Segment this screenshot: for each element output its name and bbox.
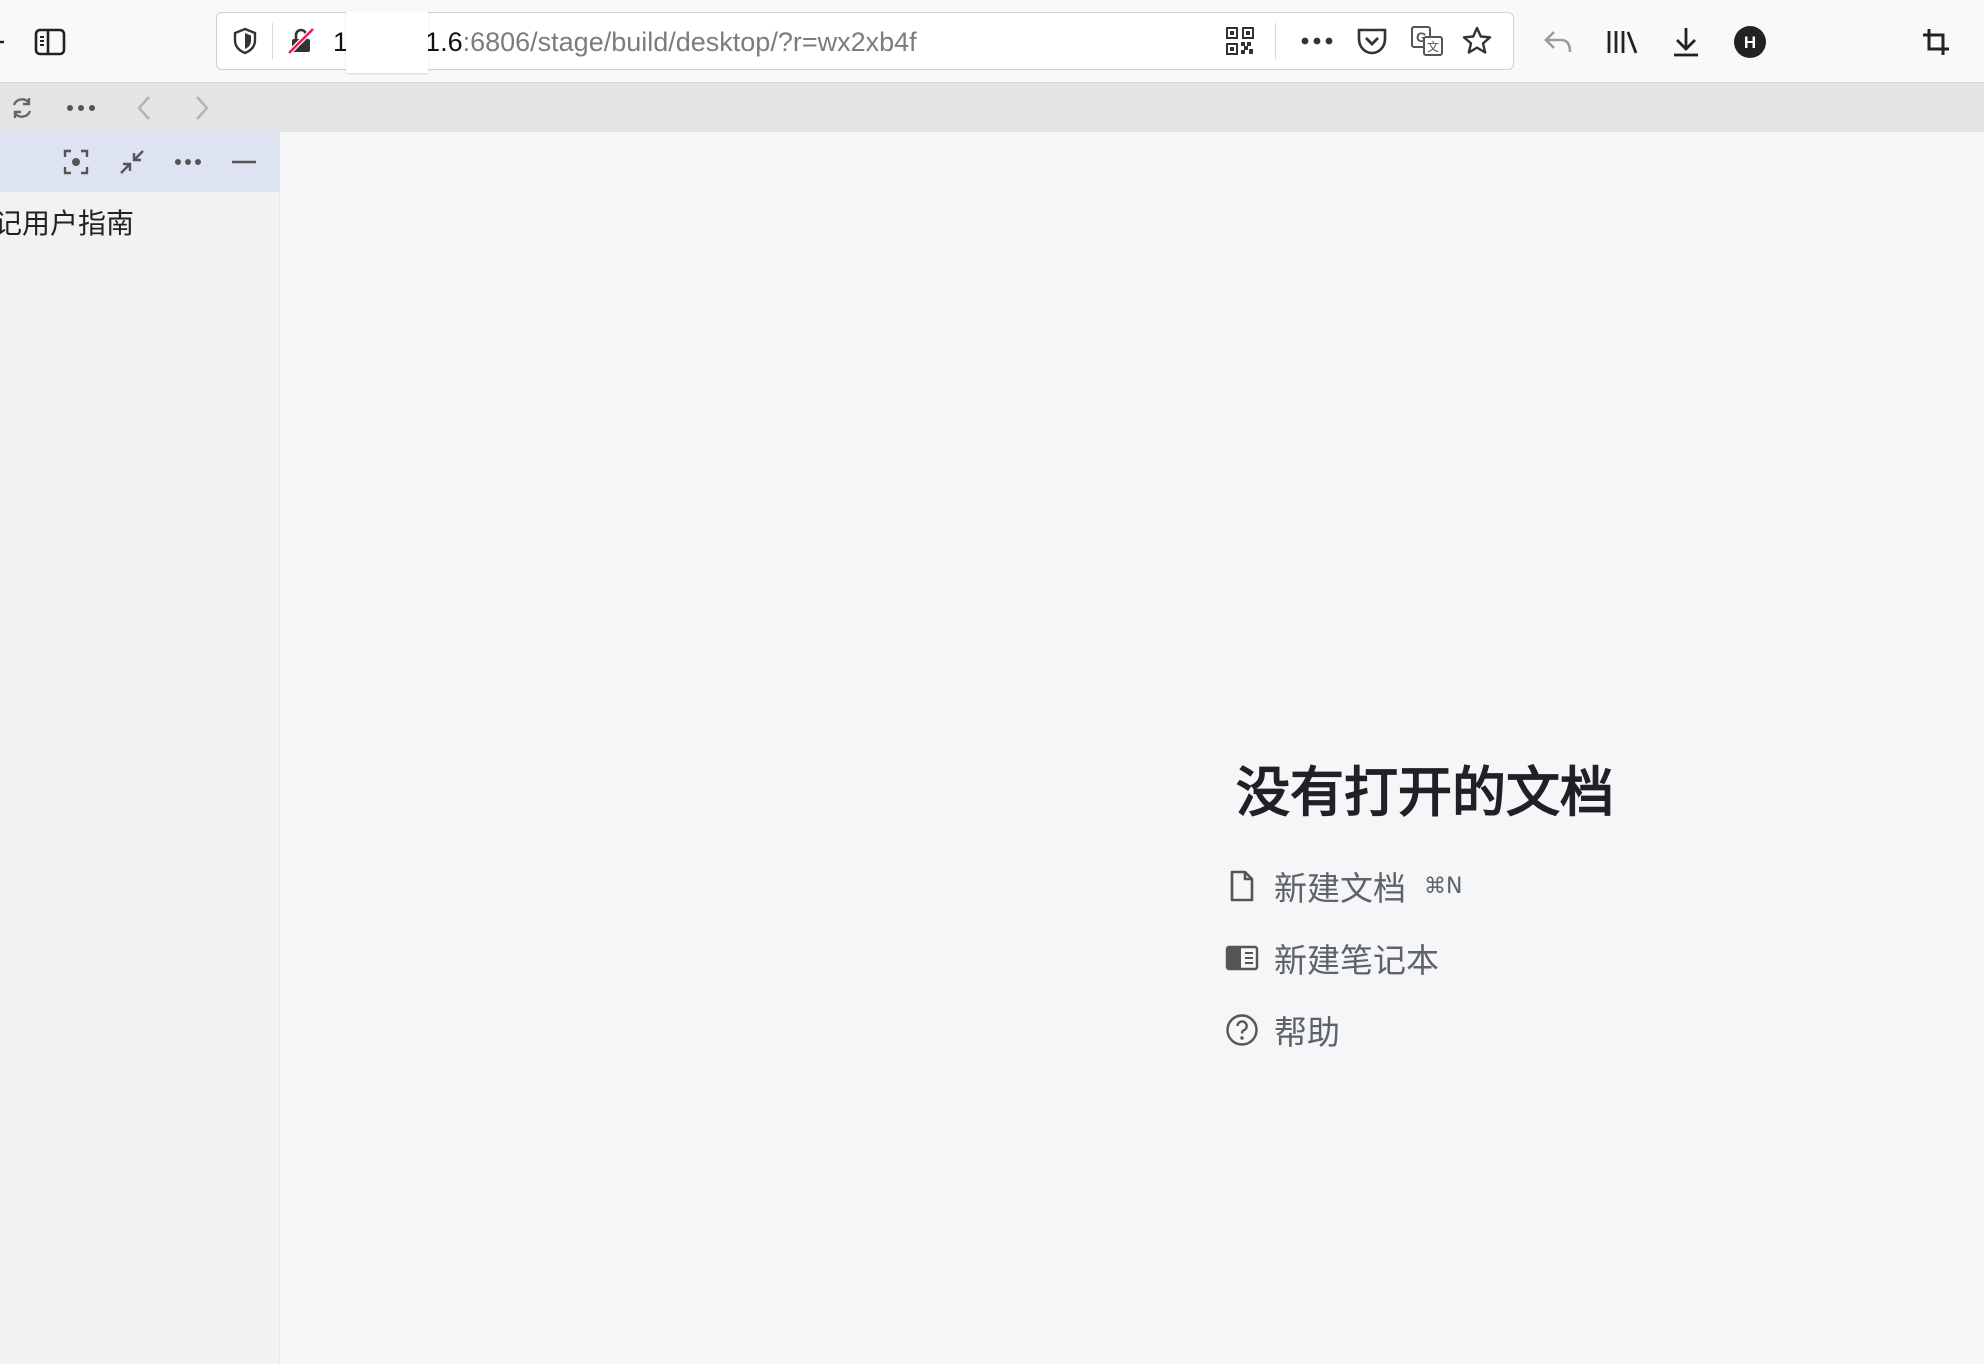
translate-icon[interactable]: G 文	[1407, 21, 1447, 61]
chevron-right-icon[interactable]	[182, 89, 222, 127]
url-separator	[272, 23, 273, 59]
minimize-icon[interactable]	[224, 142, 264, 182]
lock-insecure-icon[interactable]	[281, 21, 321, 61]
url-redaction-overlay	[346, 11, 428, 73]
app-tab-bar	[0, 83, 1984, 132]
more-icon[interactable]	[168, 142, 208, 182]
notebook-icon	[1222, 938, 1262, 978]
qr-code-icon[interactable]	[1220, 21, 1260, 61]
more-horizontal-icon[interactable]	[1297, 21, 1337, 61]
new-notebook-button[interactable]: 新建笔记本	[1222, 930, 1439, 986]
profile-avatar-icon[interactable]: H	[1728, 20, 1772, 64]
url-separator	[1275, 23, 1276, 59]
chevron-left-icon[interactable]	[124, 89, 164, 127]
focus-icon[interactable]	[56, 142, 96, 182]
back-arrow-icon[interactable]	[0, 20, 10, 64]
library-icon[interactable]	[1600, 20, 1644, 64]
sidebar-item-notebook[interactable]: 记用户指南	[0, 202, 134, 246]
empty-state-title: 没有打开的文档	[1236, 761, 1614, 824]
download-icon[interactable]	[1664, 20, 1708, 64]
new-notebook-label: 新建笔记本	[1274, 941, 1439, 980]
file-icon	[1222, 866, 1262, 906]
svg-text:H: H	[1744, 33, 1756, 52]
browser-toolbar: 1 .1.6:6806/stage/build/desktop/?r=wx2xb…	[0, 0, 1984, 83]
new-doc-button[interactable]: 新建文档 ⌘N	[1222, 858, 1462, 914]
sidebar-item-label: 记用户指南	[0, 207, 135, 240]
url-path: :6806/stage/build/desktop/?r=wx2xb4f	[462, 27, 917, 57]
shortcut-hint: ⌘N	[1424, 873, 1463, 899]
help-label: 帮助	[1274, 1013, 1340, 1052]
new-doc-label: 新建文档	[1274, 869, 1406, 908]
help-button[interactable]: 帮助	[1222, 1002, 1340, 1058]
pocket-icon[interactable]	[1352, 21, 1392, 61]
sidebar-header	[0, 132, 280, 192]
help-circle-icon	[1222, 1010, 1262, 1050]
collapse-all-icon[interactable]	[112, 142, 152, 182]
sidebar-toggle-icon[interactable]	[28, 20, 72, 64]
sidebar: 记用户指南	[0, 132, 280, 1364]
shield-icon[interactable]	[225, 21, 265, 61]
more-icon[interactable]	[61, 89, 101, 127]
svg-text:文: 文	[1427, 39, 1439, 54]
star-icon[interactable]	[1457, 21, 1497, 61]
crop-icon[interactable]	[1914, 20, 1958, 64]
undo-arrow-icon[interactable]	[1536, 20, 1580, 64]
sync-icon[interactable]	[2, 89, 42, 127]
